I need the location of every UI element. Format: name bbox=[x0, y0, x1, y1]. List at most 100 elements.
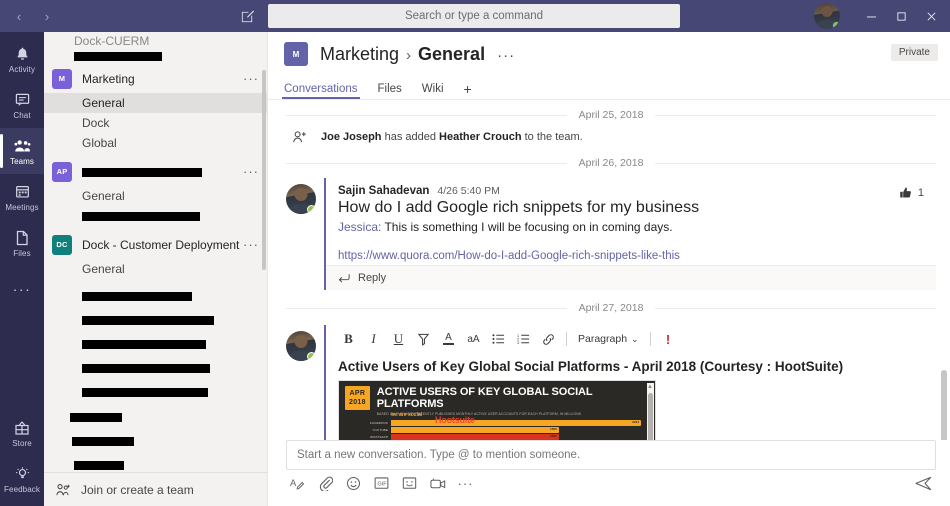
giphy-icon[interactable]: GIF bbox=[373, 475, 390, 492]
join-or-create-team-button[interactable]: Join or create a team bbox=[44, 472, 267, 506]
divider-line bbox=[655, 162, 937, 164]
forward-button[interactable]: › bbox=[34, 3, 60, 29]
channel-row-redacted[interactable] bbox=[44, 358, 267, 378]
avatar[interactable] bbox=[286, 184, 316, 214]
team-name: Marketing bbox=[82, 71, 135, 86]
channel-row-redacted[interactable] bbox=[44, 431, 267, 451]
message-author[interactable]: Sajin Sahadevan bbox=[338, 185, 429, 197]
add-tab-button[interactable]: + bbox=[464, 81, 472, 99]
channel-row-redacted[interactable] bbox=[44, 206, 267, 226]
rail-item-store[interactable]: Store bbox=[0, 410, 44, 456]
rail-item-more[interactable]: ··· bbox=[0, 266, 44, 312]
team-overflow-button[interactable]: ··· bbox=[243, 164, 261, 179]
underline-icon[interactable]: U bbox=[386, 327, 411, 351]
status-badge: Private bbox=[890, 44, 938, 61]
rail-label: Chat bbox=[13, 110, 31, 120]
channel-row-redacted[interactable] bbox=[44, 382, 267, 402]
channel-name: General bbox=[82, 189, 125, 203]
calendar-icon bbox=[13, 183, 31, 201]
tab-files[interactable]: Files bbox=[378, 83, 402, 99]
search-input[interactable]: Search or type a command bbox=[268, 4, 680, 28]
font-size-icon[interactable]: aA bbox=[461, 327, 486, 351]
format-icon[interactable]: A bbox=[289, 475, 306, 492]
font-color-icon[interactable]: A bbox=[436, 327, 461, 351]
draft-title[interactable]: Active Users of Key Global Social Platfo… bbox=[326, 353, 936, 380]
channel-row-redacted[interactable] bbox=[44, 455, 267, 472]
channel-row-redacted[interactable] bbox=[44, 286, 267, 306]
app-rail: Activity Chat Teams Meetings Files ··· S… bbox=[0, 32, 44, 506]
compose-toolbar: A GIF ··· bbox=[286, 470, 936, 496]
team-avatar: M bbox=[52, 68, 72, 89]
date-divider: April 25, 2018 bbox=[286, 104, 937, 126]
partial-team-name: Dock-CUERM bbox=[44, 34, 267, 48]
we-are-social-watermark: we are social bbox=[391, 412, 423, 418]
rail-item-chat[interactable]: Chat bbox=[0, 82, 44, 128]
image-scrollbar[interactable] bbox=[648, 393, 653, 440]
breadcrumb-team[interactable]: Marketing bbox=[320, 44, 399, 65]
message-card: Sajin Sahadevan 4/26 5:40 PM How do I ad… bbox=[324, 178, 936, 290]
channel-row-general-3[interactable]: General bbox=[44, 259, 267, 279]
avatar[interactable] bbox=[814, 3, 840, 29]
send-button[interactable] bbox=[915, 476, 932, 491]
divider-line bbox=[286, 114, 567, 116]
attach-icon[interactable] bbox=[317, 475, 334, 492]
maximize-button[interactable] bbox=[886, 0, 916, 32]
sidebar-scrollbar[interactable] bbox=[262, 70, 266, 270]
chart-bar-label: YOUTUBE bbox=[372, 428, 388, 432]
channel-row-redacted[interactable] bbox=[44, 407, 267, 427]
sticker-icon[interactable] bbox=[401, 475, 418, 492]
minimize-button[interactable] bbox=[856, 0, 886, 32]
toolbar-divider bbox=[649, 332, 651, 346]
link-icon[interactable] bbox=[536, 327, 561, 351]
team-row-marketing[interactable]: M Marketing ··· bbox=[44, 64, 267, 93]
scroll-up-icon[interactable]: ▲ bbox=[647, 384, 653, 390]
bullet-list-icon[interactable] bbox=[486, 327, 511, 351]
redaction-bar bbox=[82, 315, 214, 325]
redaction-bar bbox=[82, 339, 206, 349]
rail-item-teams[interactable]: Teams bbox=[0, 128, 44, 174]
new-chat-icon[interactable] bbox=[237, 7, 257, 25]
presence-available-icon bbox=[307, 352, 316, 361]
channel-row-redacted[interactable] bbox=[44, 334, 267, 354]
mark-important-icon[interactable]: ! bbox=[656, 327, 681, 351]
avatar[interactable] bbox=[286, 331, 316, 361]
bold-icon[interactable]: B bbox=[336, 327, 361, 351]
meet-now-icon[interactable] bbox=[429, 475, 446, 492]
paragraph-style-select[interactable]: Paragraph ⌄ bbox=[572, 327, 645, 351]
window-controls-group bbox=[814, 0, 950, 32]
back-button[interactable]: ‹ bbox=[6, 3, 32, 29]
close-button[interactable] bbox=[916, 0, 946, 32]
channel-row-redacted[interactable] bbox=[44, 310, 267, 330]
team-overflow-button[interactable]: ··· bbox=[243, 71, 261, 86]
team-row-dock-customer-deployment[interactable]: DC Dock - Customer Deployment ··· bbox=[44, 230, 267, 259]
italic-icon[interactable]: I bbox=[361, 327, 386, 351]
rail-item-activity[interactable]: Activity bbox=[0, 36, 44, 82]
highlight-icon[interactable] bbox=[411, 327, 436, 351]
reaction-badge[interactable]: 1 bbox=[899, 186, 924, 200]
message-link[interactable]: https://www.quora.com/How-do-I-add-Googl… bbox=[338, 250, 924, 262]
embedded-image[interactable]: APR 2018 ACTIVE USERS OF KEY GLOBAL SOCI… bbox=[338, 380, 656, 440]
thumbs-up-icon bbox=[900, 187, 911, 198]
channel-row-dock[interactable]: Dock bbox=[44, 113, 267, 133]
draft-message: B I U A aA 1 2 3 Paragraph ⌄ ! Active Us… bbox=[286, 325, 936, 440]
reply-button[interactable]: Reply bbox=[326, 265, 936, 290]
compose-input[interactable]: Start a new conversation. Type @ to ment… bbox=[286, 440, 936, 470]
tab-wiki[interactable]: Wiki bbox=[422, 83, 444, 99]
tab-conversations[interactable]: Conversations bbox=[282, 83, 360, 99]
channel-overflow-button[interactable]: ··· bbox=[497, 47, 515, 64]
add-member-icon bbox=[293, 130, 306, 142]
more-options-icon[interactable]: ··· bbox=[457, 475, 474, 492]
channel-header: M Marketing › General ··· Private bbox=[268, 32, 950, 76]
rail-item-meetings[interactable]: Meetings bbox=[0, 174, 44, 220]
channel-row-global[interactable]: Global bbox=[44, 133, 267, 153]
rail-item-feedback[interactable]: Feedback bbox=[0, 456, 44, 502]
team-row-redacted[interactable]: AP ··· bbox=[44, 157, 267, 186]
channel-row-general[interactable]: General bbox=[44, 93, 267, 113]
emoji-icon[interactable] bbox=[345, 475, 362, 492]
channel-row-general-2[interactable]: General bbox=[44, 186, 267, 206]
conversation-scrollbar[interactable] bbox=[941, 370, 947, 440]
mention[interactable]: Jessica: bbox=[338, 220, 381, 234]
rail-item-files[interactable]: Files bbox=[0, 220, 44, 266]
numbered-list-icon[interactable]: 123 bbox=[511, 327, 536, 351]
team-overflow-button[interactable]: ··· bbox=[243, 237, 261, 252]
